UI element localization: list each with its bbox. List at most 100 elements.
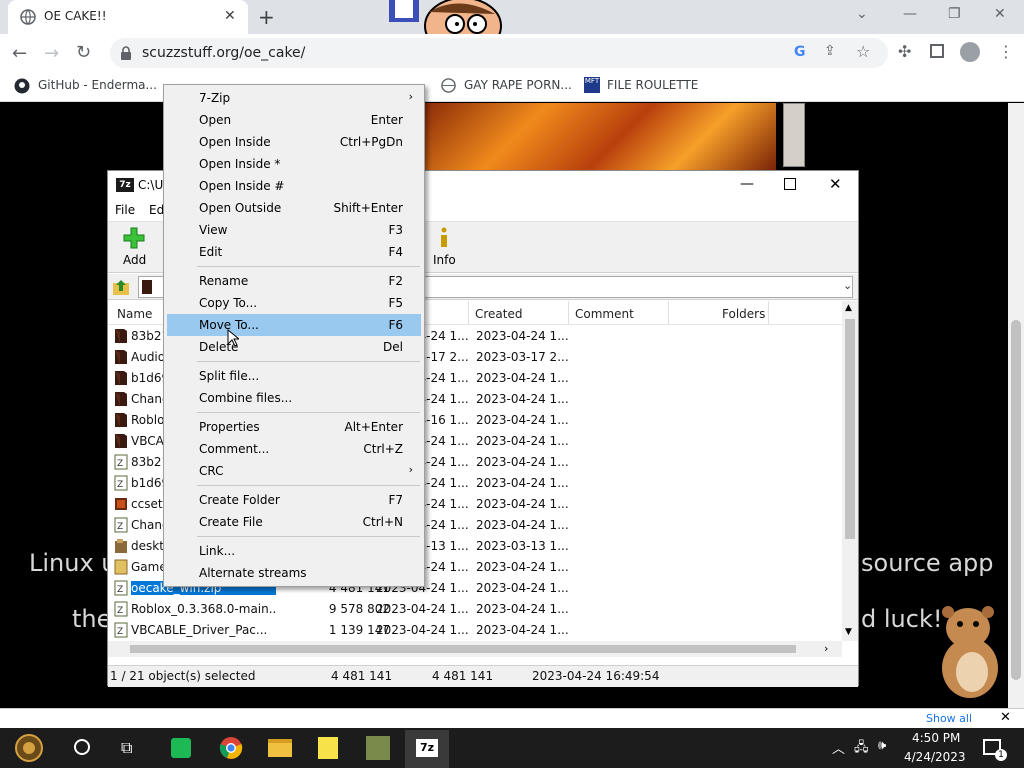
file-created: 2023-04-24 1... <box>476 602 569 616</box>
show-all-link[interactable]: Show all <box>926 712 972 725</box>
svg-text:Z: Z <box>117 606 123 616</box>
menu-item-comment[interactable]: Comment... Ctrl+Z <box>167 438 421 460</box>
menu-item-open-inside[interactable]: Open Inside Ctrl+PgDn <box>167 131 421 153</box>
close-downloads-icon[interactable]: ✕ <box>1000 710 1011 725</box>
lock-icon[interactable] <box>120 46 132 60</box>
extensions-icon[interactable]: ✣ <box>898 42 911 61</box>
column-created[interactable]: Created <box>475 307 523 321</box>
game-app-icon[interactable] <box>366 736 390 760</box>
path-dropdown-icon[interactable]: ⌄ <box>843 279 852 292</box>
menu-item-delete[interactable]: Delete Del <box>167 336 421 358</box>
clock-time[interactable]: 4:50 PM <box>912 731 960 745</box>
menu-item-link[interactable]: Link... <box>167 540 421 562</box>
clock-date[interactable]: 4/24/2023 <box>904 750 966 764</box>
column-name[interactable]: Name <box>117 307 152 321</box>
close-window-button[interactable]: ✕ <box>994 6 1006 22</box>
bookmark-star-icon[interactable]: ☆ <box>856 42 870 61</box>
column-folders[interactable]: Folders <box>722 307 765 321</box>
menu-item-create-file[interactable]: Create File Ctrl+N <box>167 511 421 533</box>
add-label: Add <box>123 253 147 267</box>
up-folder-icon[interactable] <box>112 278 130 296</box>
sevenzip-close-button[interactable]: ✕ <box>829 175 842 193</box>
column-divider[interactable] <box>668 301 669 325</box>
page-scrollbar-thumb[interactable] <box>1011 320 1021 680</box>
more-menu-icon[interactable]: ⋮ <box>998 42 1014 61</box>
menu-item-alternate-streams[interactable]: Alternate streams <box>167 562 421 584</box>
search-icon[interactable] <box>74 739 90 755</box>
menu-item-create-folder[interactable]: Create Folder F7 <box>167 489 421 511</box>
bookmark-github[interactable]: GitHub - Enderma... <box>38 78 157 92</box>
forward-button[interactable]: → <box>44 43 59 64</box>
file-icon <box>114 559 128 575</box>
menu-item-label: 7-Zip <box>199 91 231 105</box>
menu-item-crc[interactable]: CRC › <box>167 460 421 482</box>
menu-item-combine-files[interactable]: Combine files... <box>167 387 421 409</box>
task-view-icon[interactable]: ⧉ <box>121 738 132 758</box>
restore-button[interactable]: ❐ <box>948 6 961 22</box>
add-button[interactable]: Add <box>116 224 152 270</box>
profile-avatar[interactable] <box>960 42 980 62</box>
scroll-up-icon[interactable]: ▲ <box>845 303 852 313</box>
menu-item-properties[interactable]: Properties Alt+Enter <box>167 416 421 438</box>
menu-item-open-inside[interactable]: Open Inside * <box>167 153 421 175</box>
menu-item-7-zip[interactable]: 7-Zip › <box>167 87 421 109</box>
file-explorer-icon[interactable] <box>268 739 292 757</box>
new-tab-button[interactable]: + <box>258 5 275 29</box>
sevenzip-minimize-button[interactable]: — <box>740 176 754 192</box>
reload-button[interactable]: ↻ <box>76 42 91 63</box>
column-divider[interactable] <box>568 301 569 325</box>
file-list-hscroll-thumb[interactable] <box>130 645 796 653</box>
sticky-notes-icon[interactable] <box>318 737 338 759</box>
share-icon[interactable]: ⇪ <box>824 43 836 59</box>
menu-item-copy-to[interactable]: Copy To... F5 <box>167 292 421 314</box>
omnibox[interactable]: scuzzstuff.org/oe_cake/ G ⇪ ☆ <box>110 38 888 68</box>
scroll-right-icon[interactable]: › <box>824 642 828 655</box>
menu-item-shortcut: F2 <box>388 274 403 288</box>
context-menu: 7-Zip › Open Enter Open Inside Ctrl+PgDn Open … <box>163 84 425 587</box>
menu-item-view[interactable]: View F3 <box>167 219 421 241</box>
browser-tab[interactable]: OE CAKE!! ✕ <box>8 0 248 34</box>
side-panel-icon[interactable] <box>930 44 944 58</box>
spotify-icon[interactable] <box>171 738 191 758</box>
bookmark-gay-rape-porn[interactable]: GAY RAPE PORN... <box>464 78 572 92</box>
file-list-vscroll-thumb[interactable] <box>845 319 855 539</box>
menu-item-open-inside[interactable]: Open Inside # <box>167 175 421 197</box>
sevenzip-maximize-button[interactable] <box>784 178 796 190</box>
menu-item-split-file[interactable]: Split file... <box>167 365 421 387</box>
status-date: 2023-04-24 16:49:54 <box>532 669 660 683</box>
tab-title: OE CAKE!! <box>44 9 107 23</box>
google-lens-icon[interactable]: G <box>794 44 806 60</box>
network-icon[interactable]: 🖧 <box>854 738 869 760</box>
menu-file[interactable]: File <box>115 203 135 217</box>
column-divider[interactable] <box>468 301 469 325</box>
volume-icon[interactable]: 🕪 <box>878 738 886 753</box>
minimize-button[interactable]: — <box>903 6 917 22</box>
menu-separator <box>197 536 420 537</box>
info-button[interactable]: Info <box>426 224 462 270</box>
table-row[interactable]: Z VBCABLE_Driver_Pac... 1 139 147 2023-04-2… <box>108 620 842 641</box>
menu-item-rename[interactable]: Rename F2 <box>167 270 421 292</box>
svg-text:Z: Z <box>117 522 123 532</box>
chevron-right-icon: › <box>408 463 413 476</box>
chrome-icon[interactable] <box>219 736 243 760</box>
menu-item-open-outside[interactable]: Open Outside Shift+Enter <box>167 197 421 219</box>
file-list-hscrollbar[interactable]: › <box>108 641 842 657</box>
file-icon <box>114 349 128 365</box>
menu-separator <box>197 485 420 486</box>
tab-search-icon[interactable]: ⌄ <box>856 6 868 22</box>
column-divider[interactable] <box>768 301 769 325</box>
menu-item-shortcut: Ctrl+PgDn <box>339 135 403 149</box>
page-text-right-2: d luck! <box>861 605 943 633</box>
menu-item-shortcut: F4 <box>388 245 403 259</box>
start-button[interactable] <box>14 733 44 763</box>
scroll-down-icon[interactable]: ▼ <box>845 627 852 637</box>
column-comment[interactable]: Comment <box>575 307 634 321</box>
close-tab-icon[interactable]: ✕ <box>224 8 236 24</box>
table-row[interactable]: Z Roblox_0.3.368.0-main.... 9 578 802 2023-… <box>108 599 842 620</box>
menu-item-move-to[interactable]: Move To... F6 <box>167 314 421 336</box>
tray-overflow-icon[interactable]: ︿ <box>832 738 845 757</box>
bookmark-file-roulette[interactable]: FILE ROULETTE <box>607 78 698 92</box>
menu-item-open[interactable]: Open Enter <box>167 109 421 131</box>
menu-item-edit[interactable]: Edit F4 <box>167 241 421 263</box>
back-button[interactable]: ← <box>12 43 27 64</box>
